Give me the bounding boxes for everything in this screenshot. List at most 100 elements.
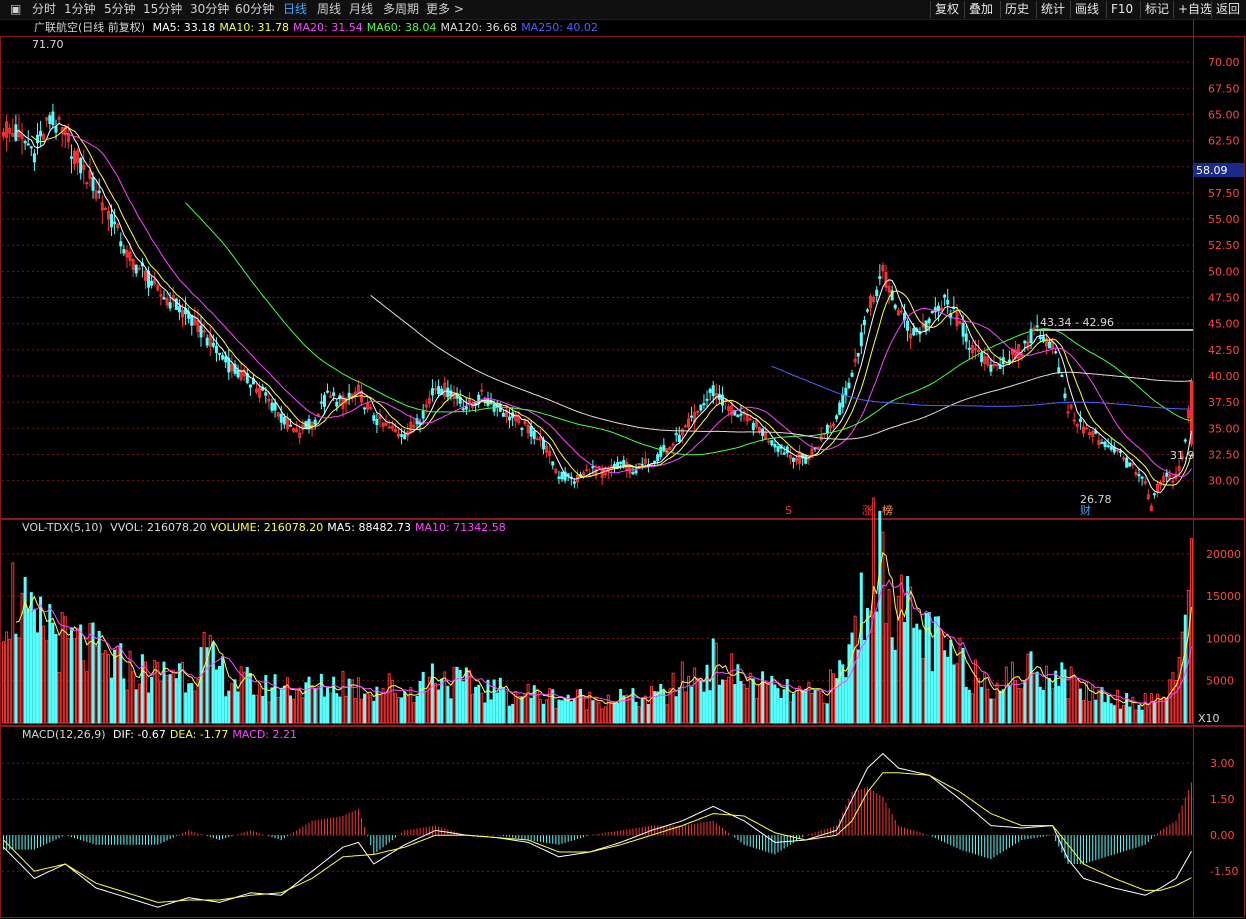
volume-bar: [980, 687, 984, 724]
volume-bar: [616, 702, 620, 724]
candle-body: [480, 389, 484, 392]
price-tick-label-5: 42.50: [1208, 344, 1240, 357]
volume-bar: [591, 700, 595, 724]
volume-bar: [844, 677, 848, 724]
volume-bar: [147, 692, 151, 724]
volume-bar: [421, 671, 425, 724]
volume-bar: [39, 596, 43, 724]
volume-bar: [100, 653, 104, 724]
candle-body: [677, 434, 681, 443]
candle-body: [1035, 325, 1039, 328]
volume-tick-label-2: 15000: [1206, 590, 1241, 603]
volume-bar: [828, 669, 832, 724]
candle-body: [906, 320, 910, 331]
volume-bar: [233, 679, 237, 724]
volume-bar: [767, 684, 771, 724]
volume-bar: [97, 630, 101, 724]
price-tick-label-2: 35.00: [1208, 422, 1240, 435]
volume-bar: [452, 666, 456, 724]
candle-body: [1103, 441, 1107, 448]
volume-bar: [878, 510, 882, 724]
volume-bar: [563, 698, 567, 724]
volume-bar: [764, 681, 768, 724]
volume-tick-label-0: 5000: [1206, 675, 1234, 688]
volume-bar: [770, 675, 774, 724]
volume-bar: [29, 592, 33, 724]
candle-body: [1122, 457, 1126, 460]
candle-body: [782, 452, 786, 455]
volume-bar: [1134, 709, 1138, 724]
volume-bar: [819, 691, 823, 724]
volume-bar: [359, 698, 363, 724]
volume-bar: [1189, 538, 1193, 724]
volume-bar: [329, 692, 333, 724]
macd-legend-item-2: MACD: 2.21: [232, 728, 297, 741]
volume-bar: [1041, 689, 1045, 724]
candle-body: [838, 402, 842, 415]
volume-bar: [572, 699, 576, 724]
volume-bar: [387, 673, 391, 724]
candle-body: [751, 422, 755, 431]
volume-bar: [393, 692, 397, 724]
candle-body: [699, 404, 703, 411]
candle-body: [288, 424, 292, 427]
candle-body: [190, 314, 194, 326]
candle-body: [816, 446, 820, 449]
volume-bar: [137, 683, 141, 724]
volume-bar: [113, 649, 117, 724]
volume-bar: [813, 688, 817, 724]
vol-legend-item-3: MA10: 71342.58: [414, 521, 506, 534]
candle-body: [508, 416, 512, 421]
candle-body: [964, 333, 968, 342]
volume-bar: [143, 661, 147, 724]
candle-body: [282, 416, 286, 425]
volume-bar: [643, 695, 647, 724]
candle-body: [585, 469, 589, 472]
volume-bar: [983, 672, 987, 724]
volume-bar: [406, 695, 410, 724]
candle-body: [591, 466, 595, 469]
candle-body: [557, 476, 561, 479]
volume-bar: [1146, 706, 1150, 724]
volume-bar: [865, 607, 869, 724]
volume-bar: [714, 642, 718, 724]
macd-tick-label-0: -1.50: [1210, 865, 1238, 878]
volume-title: VOL-TDX(5,10): [22, 521, 103, 534]
volume-bar: [903, 622, 907, 724]
volume-bar: [795, 687, 799, 724]
candle-body: [844, 387, 848, 397]
volume-bar: [332, 676, 336, 724]
candle-body: [943, 294, 947, 298]
candle-body: [653, 460, 657, 464]
volume-bar: [1143, 692, 1147, 724]
current-price-tag: 58.09: [1196, 164, 1228, 177]
volume-bar: [82, 660, 86, 724]
volume-bar: [751, 678, 755, 724]
candle-body: [162, 297, 166, 300]
volume-bar: [554, 707, 558, 724]
volume-bar: [480, 692, 484, 724]
last-value-label: 31.9: [1170, 449, 1195, 462]
volume-bar: [372, 700, 376, 724]
candle-body: [29, 146, 33, 149]
candle-body: [1106, 445, 1110, 448]
volume-bar: [915, 623, 919, 724]
volume-bar: [893, 649, 897, 724]
volume-bar: [943, 650, 947, 724]
price-tick-label-0: 30.00: [1208, 475, 1240, 488]
volume-bar: [1112, 705, 1116, 724]
candle-body: [1054, 351, 1058, 354]
ma-legend-item-0: MA5: 33.18: [152, 21, 216, 34]
volume-bar: [779, 697, 783, 724]
volume-bar: [977, 677, 981, 724]
volume-bar: [887, 589, 891, 724]
volume-bar: [1017, 687, 1021, 724]
candle-body: [236, 369, 240, 378]
candle-body: [1078, 418, 1082, 422]
high-price-label: 71.70: [32, 38, 64, 51]
volume-ma5-line: [15, 551, 1192, 707]
volume-bar: [665, 704, 669, 724]
volume-bar: [1106, 695, 1110, 724]
volume-bar: [1032, 672, 1036, 724]
volume-bar: [1168, 679, 1172, 724]
